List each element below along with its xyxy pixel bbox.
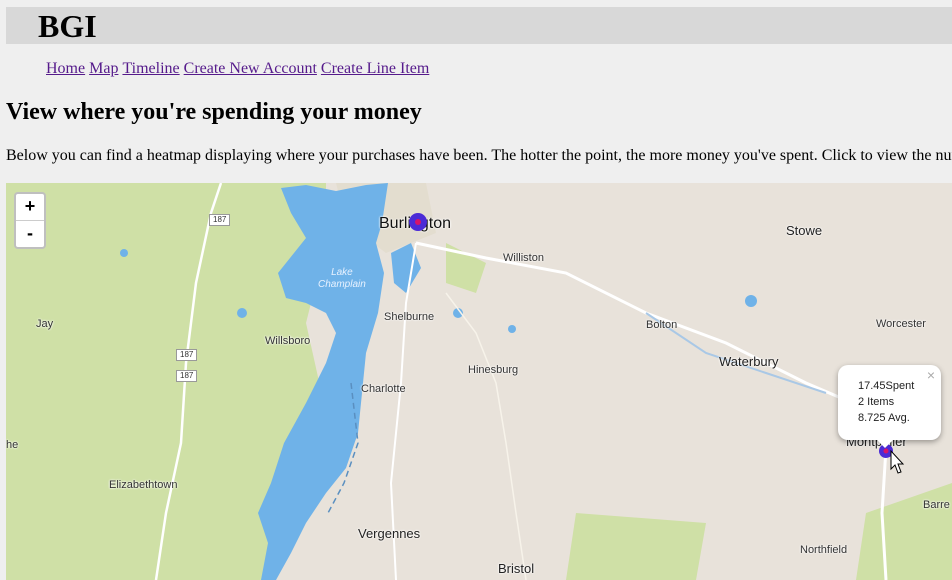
nav-create-line-item-link[interactable]: Create Line Item <box>321 60 429 77</box>
nav-map-link[interactable]: Map <box>89 60 118 77</box>
map-label-stowe: Stowe <box>786 223 823 238</box>
map-label-jay: Jay <box>36 318 54 330</box>
brand-title: BGI <box>38 8 97 44</box>
heatmap-map[interactable]: Burlington Stowe Williston Lake Champlai… <box>6 183 952 580</box>
popup-tip <box>876 439 894 448</box>
map-label-barre: Barre <box>923 499 950 511</box>
popup-items: 2 Items <box>858 396 895 408</box>
header-bar: BGI <box>6 7 952 44</box>
map-label-vergennes: Vergennes <box>358 526 421 541</box>
popup-spent: 17.45Spent <box>858 380 915 392</box>
route-shield-187: 187 <box>176 349 198 361</box>
forest-patch-east <box>856 483 952 580</box>
zoom-control: + - <box>14 192 46 249</box>
popup-average: 8.725 Avg. <box>858 412 910 424</box>
map-label-northfield: Northfield <box>800 544 848 556</box>
popup-close-button[interactable]: × <box>927 367 935 383</box>
nav-links: Home Map Timeline Create New Account Create … <box>46 60 433 78</box>
route-shield-187: 187 <box>209 214 231 226</box>
map-label-burlington: Burlington <box>379 215 452 232</box>
map-label-lake-champlain: Lake Champlain <box>318 267 366 290</box>
page-description: Below you can find a heatmap displaying … <box>6 147 952 164</box>
road-route116 <box>445 292 527 580</box>
zoom-in-button[interactable]: + <box>16 194 44 221</box>
map-label-bristol: Bristol <box>498 561 535 576</box>
nav-create-account-link[interactable]: Create New Account <box>184 60 317 77</box>
pond <box>508 325 516 333</box>
map-label-elizabethtown: Elizabethtown <box>109 479 178 491</box>
nav-home-link[interactable]: Home <box>46 60 85 77</box>
map-tiles[interactable] <box>6 183 952 580</box>
map-label-edge: he <box>6 439 19 451</box>
map-label-shelburne: Shelburne <box>384 311 435 323</box>
map-label-bolton: Bolton <box>646 319 678 331</box>
pond <box>237 308 247 318</box>
map-label-worcester: Worcester <box>876 318 926 330</box>
bay <box>391 243 421 293</box>
page-heading: View where you're spending your money <box>6 99 422 125</box>
nav-timeline-link[interactable]: Timeline <box>122 60 179 77</box>
zoom-out-button[interactable]: - <box>16 221 44 247</box>
map-label-charlotte: Charlotte <box>361 383 406 395</box>
forest-patch-south <box>566 513 706 580</box>
map-label-williston: Williston <box>503 252 544 264</box>
map-label-willsboro: Willsboro <box>265 335 311 347</box>
map-label-hinesburg: Hinesburg <box>468 364 519 376</box>
map-label-waterbury: Waterbury <box>719 354 779 369</box>
pond <box>745 295 757 307</box>
map-popup: × 17.45Spent 2 Items 8.725 Avg. <box>838 365 941 440</box>
pond <box>120 249 128 257</box>
route-shield-187: 187 <box>176 370 198 382</box>
